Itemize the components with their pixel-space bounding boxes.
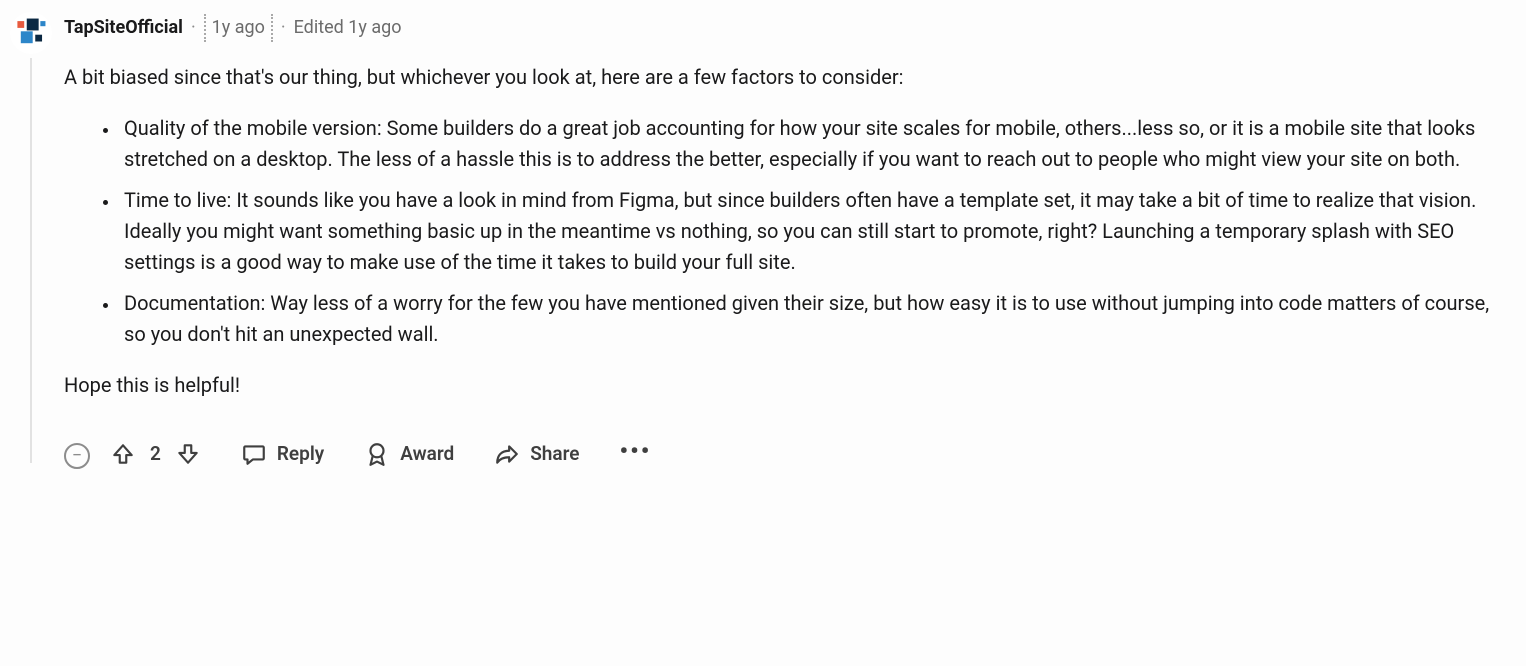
collapse-thread-button[interactable]: − [64,443,90,469]
meta-separator: · [281,14,286,42]
share-icon [494,441,520,467]
ellipsis-icon: ••• [619,437,651,465]
comment-meta: TapSiteOfficial · 1y ago · Edited 1y ago [64,14,1506,42]
reply-button[interactable]: Reply [241,439,324,468]
comment-body: TapSiteOfficial · 1y ago · Edited 1y ago… [64,12,1506,469]
downvote-button[interactable] [175,441,201,467]
upvote-button[interactable] [110,441,136,467]
comment-icon [241,441,267,467]
award-button[interactable]: Award [364,439,454,468]
meta-separator: · [191,14,196,42]
award-icon [364,441,390,467]
thread-rail [10,12,52,469]
timestamp[interactable]: 1y ago [212,14,265,42]
share-button[interactable]: Share [494,439,579,468]
vote-group: 2 [110,439,201,468]
comment-content: A bit biased since that's our thing, but… [64,62,1494,401]
share-label: Share [530,439,579,468]
edited-label[interactable]: Edited 1y ago [294,14,402,42]
comment-actions: 2 Reply Award [110,439,651,469]
minus-icon: − [72,447,82,465]
comment-bottom-row: − 2 Reply [64,421,1506,469]
list-item: Documentation: Way less of a worry for t… [120,288,1494,350]
avatar[interactable] [10,12,52,54]
upvote-icon [110,441,136,467]
content-list: Quality of the mobile version: Some buil… [64,113,1494,350]
comment: TapSiteOfficial · 1y ago · Edited 1y ago… [10,12,1506,469]
downvote-icon [175,441,201,467]
list-item: Time to live: It sounds like you have a … [120,185,1494,278]
timestamp-wrap: 1y ago [204,14,273,42]
thread-line [30,58,32,463]
content-paragraph: A bit biased since that's our thing, but… [64,62,1494,93]
content-paragraph: Hope this is helpful! [64,370,1494,401]
award-label: Award [400,439,454,468]
more-options-button[interactable]: ••• [619,439,651,469]
list-item: Quality of the mobile version: Some buil… [120,113,1494,175]
vote-score: 2 [150,439,161,468]
reply-label: Reply [277,439,324,468]
avatar-logo-icon [14,16,48,50]
username-link[interactable]: TapSiteOfficial [64,14,183,42]
